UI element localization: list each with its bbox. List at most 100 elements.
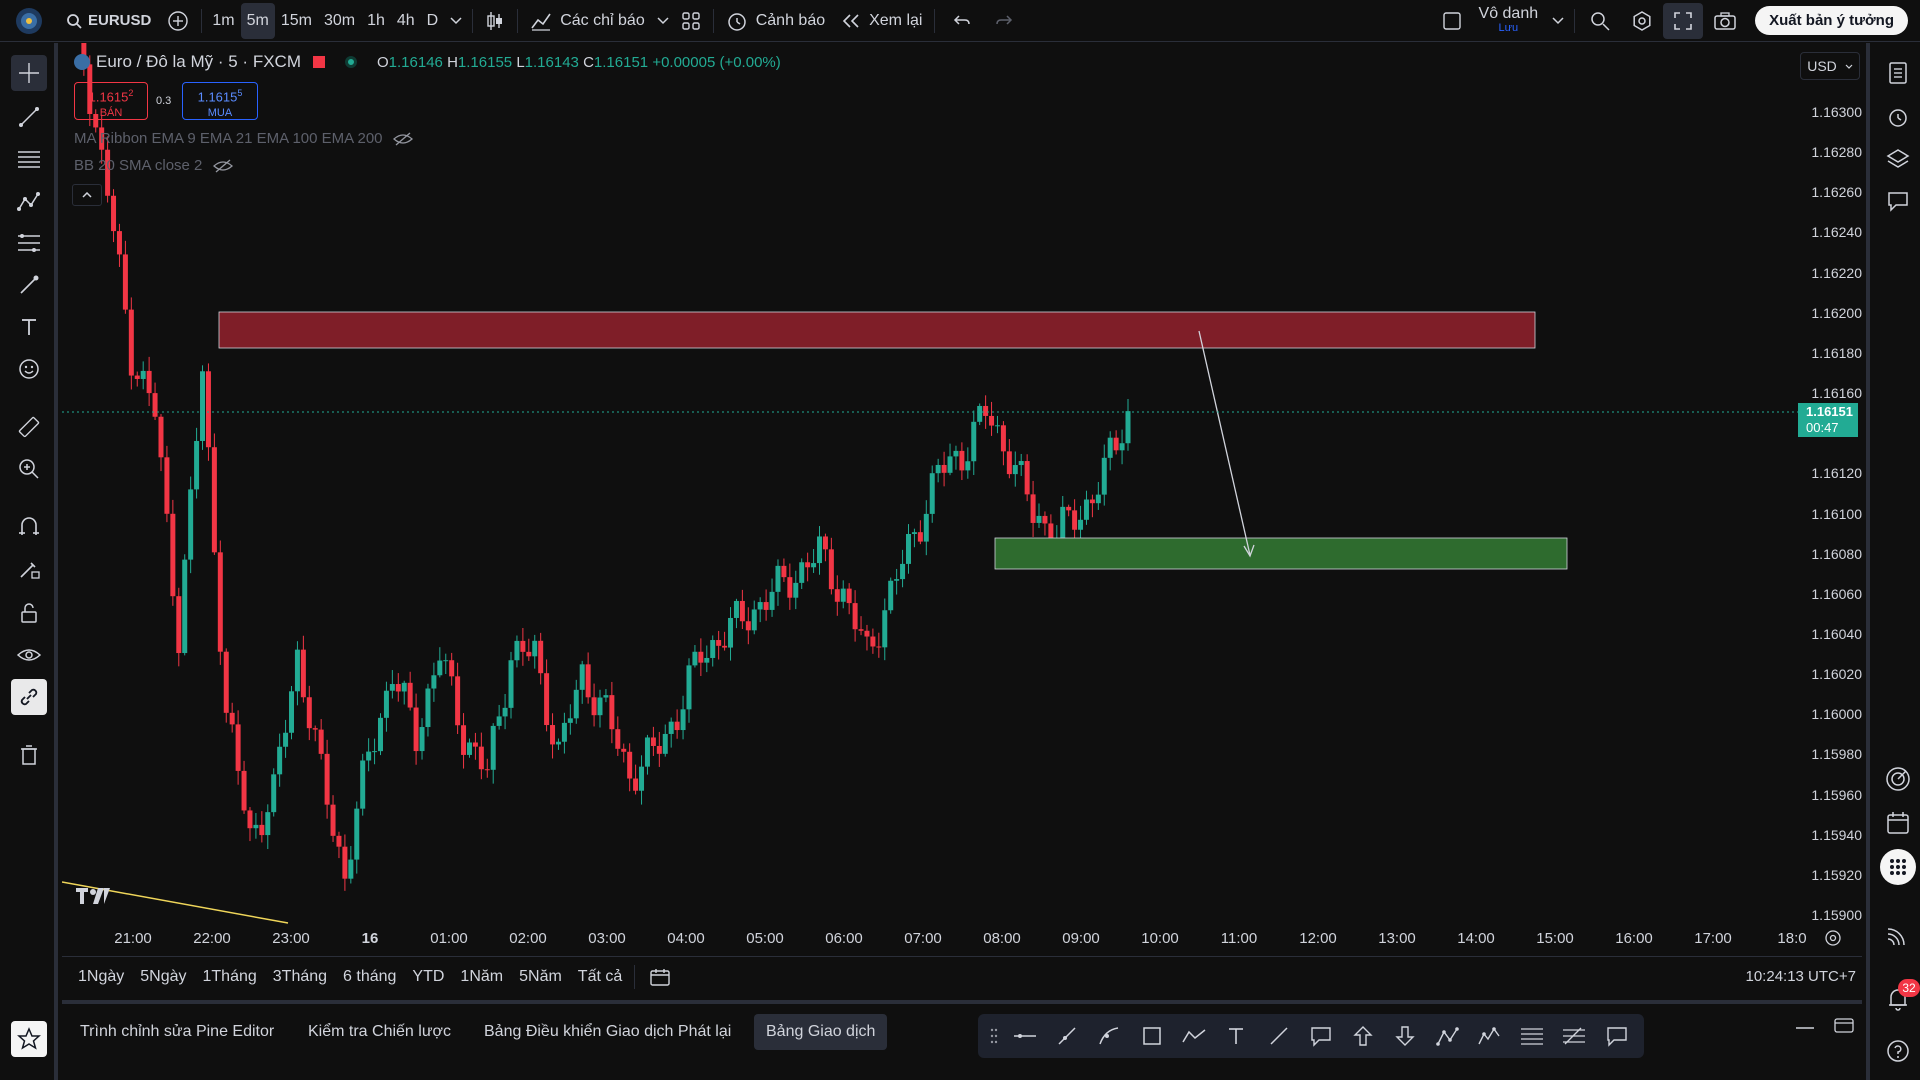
candle-type-icon[interactable] <box>477 0 513 42</box>
eye-icon[interactable] <box>11 637 47 673</box>
layout-grid-icon[interactable] <box>673 0 709 42</box>
candle-body[interactable] <box>567 718 573 723</box>
candle-body[interactable] <box>555 741 561 745</box>
candle-body[interactable] <box>253 824 259 829</box>
candle-body[interactable] <box>383 690 389 718</box>
candle-body[interactable] <box>259 824 265 836</box>
indicator-ma-ribbon[interactable]: MA Ribbon EMA 9 EMA 21 EMA 100 EMA 200 <box>74 130 413 147</box>
tab-strategy-tester[interactable]: Kiểm tra Chiến lược <box>296 1014 463 1050</box>
minimize-panel-icon[interactable] <box>1796 1026 1814 1030</box>
layers-icon[interactable] <box>1880 141 1916 177</box>
candle-body[interactable] <box>769 591 775 610</box>
candle-body[interactable] <box>443 660 449 662</box>
camera-icon[interactable] <box>1703 0 1747 42</box>
indicators-button[interactable]: Các chỉ báo <box>522 0 653 42</box>
candle-body[interactable] <box>241 770 247 811</box>
candle-body[interactable] <box>692 651 698 666</box>
timeframe-1m[interactable]: 1m <box>206 3 240 39</box>
candle-body[interactable] <box>1066 506 1072 511</box>
candle-body[interactable] <box>1101 457 1107 495</box>
callout-icon[interactable] <box>1300 1018 1342 1054</box>
candle-body[interactable] <box>520 640 526 652</box>
candle-body[interactable] <box>514 640 520 661</box>
candle-body[interactable] <box>134 375 140 379</box>
redo-icon[interactable] <box>985 0 1023 42</box>
calendar-icon[interactable] <box>1880 805 1916 841</box>
indicator-bb[interactable]: BB 20 SMA close 2 <box>74 157 233 174</box>
candle-body[interactable] <box>965 461 971 471</box>
candle-body[interactable] <box>621 748 627 752</box>
candle-body[interactable] <box>217 552 223 652</box>
candle-body[interactable] <box>650 737 656 746</box>
candle-body[interactable] <box>205 371 211 448</box>
quick-search-icon[interactable] <box>1579 0 1621 42</box>
candle-body[interactable] <box>579 664 585 690</box>
eye-hidden-icon[interactable] <box>212 159 233 173</box>
add-symbol-icon[interactable] <box>159 0 197 42</box>
clock-display[interactable]: 10:24:13 UTC+7 <box>1746 968 1863 985</box>
candle-body[interactable] <box>413 707 419 752</box>
candle-body[interactable] <box>822 536 828 550</box>
candle-body[interactable] <box>716 640 722 646</box>
candle-body[interactable] <box>200 371 206 441</box>
candle-body[interactable] <box>817 536 823 564</box>
candle-body[interactable] <box>929 473 935 514</box>
horizontal-lines-icon[interactable] <box>11 141 47 177</box>
candle-body[interactable] <box>496 716 502 726</box>
candle-body[interactable] <box>490 725 496 770</box>
candle-body[interactable] <box>1060 506 1066 540</box>
candle-body[interactable] <box>472 742 478 747</box>
timeframe-30m[interactable]: 30m <box>318 3 361 39</box>
candle-body[interactable] <box>1000 425 1006 452</box>
candle-body[interactable] <box>318 729 324 754</box>
candle-body[interactable] <box>662 733 668 754</box>
logo-icon[interactable] <box>0 0 58 42</box>
candle-body[interactable] <box>538 640 544 674</box>
candle-body[interactable] <box>1072 510 1078 530</box>
candle-body[interactable] <box>953 450 959 457</box>
candle-body[interactable] <box>1012 465 1018 475</box>
candle-body[interactable] <box>532 640 538 657</box>
abcd-pattern-icon[interactable] <box>1426 1018 1468 1054</box>
elliott-wave-icon[interactable] <box>1469 1018 1511 1054</box>
candle-body[interactable] <box>164 457 170 514</box>
candle-body[interactable] <box>170 513 176 597</box>
candle-body[interactable] <box>644 737 650 767</box>
candle-body[interactable] <box>722 645 728 648</box>
candle-body[interactable] <box>235 724 241 771</box>
buy-button[interactable]: 1.16155 MUA <box>182 82 258 120</box>
candle-body[interactable] <box>265 812 271 836</box>
rectangle-icon[interactable] <box>1131 1018 1173 1054</box>
candle-body[interactable] <box>739 600 745 622</box>
candle-body[interactable] <box>591 697 597 716</box>
candle-body[interactable] <box>1018 461 1024 466</box>
candle-body[interactable] <box>526 651 532 657</box>
alert-button[interactable]: Cảnh báo <box>718 0 833 42</box>
help-icon[interactable] <box>1880 1033 1916 1069</box>
comment-icon[interactable] <box>1596 1018 1638 1054</box>
candle-body[interactable] <box>1024 461 1030 495</box>
timeframe-d[interactable]: D <box>421 3 445 39</box>
horizontal-ray-icon[interactable] <box>1004 1018 1046 1054</box>
emoji-icon[interactable] <box>11 351 47 387</box>
candle-body[interactable] <box>609 695 615 730</box>
candle-body[interactable] <box>1107 437 1113 458</box>
candle-body[interactable] <box>372 751 378 753</box>
candle-body[interactable] <box>615 729 621 749</box>
candle-body[interactable] <box>846 588 852 604</box>
candle-body[interactable] <box>306 697 312 729</box>
candle-body[interactable] <box>277 746 283 775</box>
symbol-search[interactable]: EURUSD <box>58 0 159 42</box>
fib-extension-icon[interactable] <box>1553 1018 1595 1054</box>
candle-body[interactable] <box>330 804 336 836</box>
trend-line-icon[interactable] <box>1046 1018 1088 1054</box>
candle-body[interactable] <box>905 533 911 564</box>
candle-body[interactable] <box>508 660 514 708</box>
candle-body[interactable] <box>888 580 894 611</box>
candle-body[interactable] <box>811 563 817 568</box>
calendar-range-icon[interactable] <box>639 967 681 987</box>
ray-icon[interactable] <box>1257 1018 1299 1054</box>
candle-body[interactable] <box>455 676 461 726</box>
candle-body[interactable] <box>437 660 443 676</box>
candle-body[interactable] <box>312 728 318 730</box>
